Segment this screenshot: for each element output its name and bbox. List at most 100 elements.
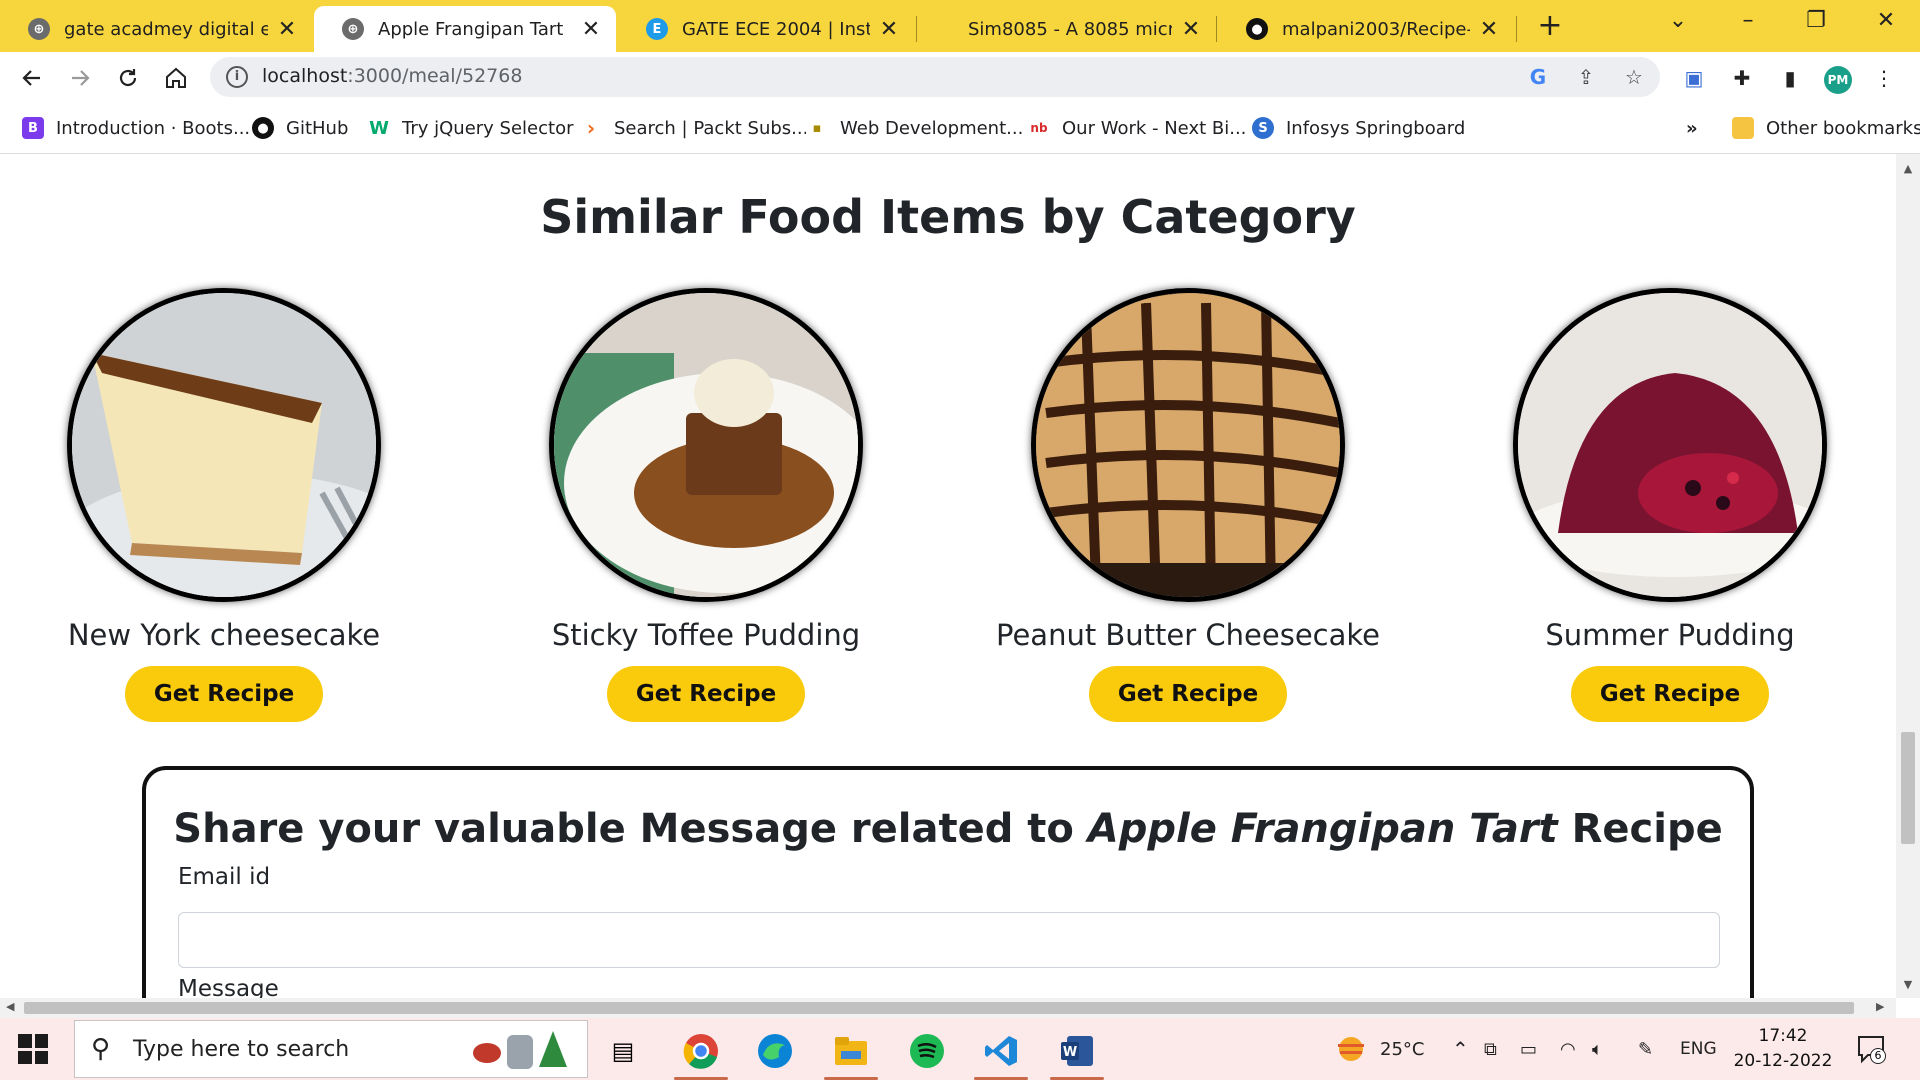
forward-button[interactable] — [64, 62, 96, 94]
vertical-scroll-thumb[interactable] — [1901, 732, 1915, 844]
section-title: Similar Food Items by Category — [540, 190, 1356, 244]
browser-toolbar: i localhost:3000/meal/52768 G ⇪ ☆ ▣ ✚ ▮ … — [0, 52, 1920, 102]
spotify-taskbar-icon[interactable] — [896, 1026, 958, 1076]
globe-icon: ⊕ — [342, 18, 364, 40]
task-view-icon[interactable]: ▤ — [592, 1026, 654, 1076]
close-tab-icon[interactable]: ✕ — [1180, 17, 1202, 42]
bookmark-label: GitHub — [286, 117, 349, 139]
bookmark-item[interactable]: S Infosys Springboard — [1252, 114, 1465, 142]
bootstrap-icon: B — [22, 117, 44, 139]
edge-taskbar-icon[interactable] — [744, 1026, 806, 1076]
globe-icon: ⊕ — [28, 18, 50, 40]
show-hidden-icons[interactable]: ⌃ — [1452, 1018, 1469, 1080]
vertical-scrollbar[interactable]: ▲ ▼ — [1896, 154, 1920, 998]
minimize-button[interactable]: – — [1728, 8, 1768, 33]
message-form: Share your valuable Message related to A… — [142, 766, 1754, 998]
search-highlight-image — [473, 1031, 567, 1069]
food-card: Summer Pudding Get Recipe — [1460, 288, 1880, 722]
browser-tab[interactable]: ⊕ gate acadmey digital elec ✕ — [0, 6, 312, 52]
other-bookmarks-folder[interactable]: Other bookmarks — [1732, 114, 1920, 142]
bookmark-item[interactable]: W Try jQuery Selector — [368, 114, 574, 142]
new-tab-button[interactable]: + — [1532, 8, 1568, 43]
share-icon[interactable]: ⇪ — [1574, 65, 1598, 89]
get-recipe-button[interactable]: Get Recipe — [1089, 666, 1287, 722]
scroll-up-icon[interactable]: ▲ — [1896, 162, 1920, 175]
bookmark-item[interactable]: nb Our Work - Next Bi... — [1028, 114, 1246, 142]
close-tab-icon[interactable]: ✕ — [580, 17, 602, 42]
screen-cast-icon[interactable]: ▣ — [1680, 64, 1708, 92]
profile-avatar[interactable]: PM — [1824, 66, 1852, 94]
tab-title: gate acadmey digital elec — [64, 18, 268, 40]
bookmark-item[interactable]: ● GitHub — [252, 114, 348, 142]
close-tab-icon[interactable]: ✕ — [1478, 17, 1500, 42]
system-clock[interactable]: 17:42 20-12-2022 — [1728, 1024, 1838, 1074]
cheesecake-illustration — [72, 293, 376, 597]
food-name: New York cheesecake — [67, 618, 381, 652]
taskbar-search[interactable]: ⚲ Type here to search — [74, 1020, 588, 1078]
bookmark-item[interactable]: ▪ Web Development... — [806, 114, 1023, 142]
more-bookmarks-button[interactable]: » — [1686, 114, 1698, 142]
bookmark-label: Introduction · Boots... — [56, 117, 251, 139]
browser-tab[interactable]: Sim8085 - A 8085 microp ✕ — [918, 6, 1216, 52]
home-button[interactable] — [160, 62, 192, 94]
extensions-puzzle-icon[interactable]: ✚ — [1728, 64, 1756, 92]
horizontal-scrollbar[interactable]: ◀ ▶ — [0, 998, 1896, 1018]
pen-icon[interactable]: ✎ — [1638, 1018, 1653, 1080]
language-indicator[interactable]: ENG — [1680, 1018, 1717, 1080]
scroll-left-icon[interactable]: ◀ — [6, 1000, 14, 1013]
battery-icon[interactable]: ▭ — [1520, 1018, 1537, 1080]
reload-button[interactable] — [112, 62, 144, 94]
tab-search-icon[interactable]: ⌄ — [1658, 8, 1698, 33]
folder-icon — [1732, 117, 1754, 139]
weather-widget[interactable]: 25°C — [1334, 1018, 1424, 1080]
wifi-icon[interactable]: ◠ — [1560, 1018, 1576, 1080]
get-recipe-button[interactable]: Get Recipe — [125, 666, 323, 722]
close-tab-icon[interactable]: ✕ — [878, 17, 900, 42]
get-recipe-button[interactable]: Get Recipe — [1571, 666, 1769, 722]
scroll-right-icon[interactable]: ▶ — [1876, 1000, 1884, 1013]
tab-title: Sim8085 - A 8085 microp — [968, 18, 1172, 40]
browser-menu-icon[interactable]: ⋮ — [1870, 64, 1898, 92]
word-taskbar-icon[interactable]: W — [1046, 1026, 1108, 1080]
notification-center-icon[interactable]: 6 — [1856, 1034, 1886, 1064]
github-icon: ● — [252, 117, 274, 139]
browser-tab-strip: ⊕ gate acadmey digital elec ✕ ⊕ Apple Fr… — [0, 0, 1920, 52]
infosys-icon: S — [1252, 117, 1274, 139]
bookmarks-bar: B Introduction · Boots... ● GitHub W Try… — [0, 102, 1920, 154]
google-lens-icon[interactable]: G — [1526, 65, 1550, 89]
browser-tab-active[interactable]: ⊕ Apple Frangipan Tart ✕ — [314, 6, 616, 52]
forward-arrow-icon — [72, 70, 90, 86]
side-panel-icon[interactable]: ▮ — [1776, 64, 1804, 92]
tray-sync-icon[interactable]: ⧉ — [1484, 1018, 1497, 1080]
food-name: Summer Pudding — [1545, 618, 1795, 652]
scroll-down-icon[interactable]: ▼ — [1896, 978, 1920, 991]
volume-icon[interactable]: 🔈︎ — [1592, 1018, 1603, 1080]
chrome-taskbar-icon[interactable] — [670, 1026, 732, 1080]
restore-button[interactable]: ❐ — [1796, 8, 1836, 33]
address-url[interactable]: localhost:3000/meal/52768 — [262, 65, 522, 87]
food-image[interactable] — [549, 288, 863, 602]
message-form-title: Share your valuable Message related to A… — [173, 806, 1723, 852]
browser-tab[interactable]: ● malpani2003/Recipe-Jhal ✕ — [1218, 6, 1514, 52]
back-button[interactable] — [16, 62, 48, 94]
close-window-button[interactable]: ✕ — [1866, 8, 1906, 33]
windows-start-icon[interactable] — [18, 1034, 48, 1064]
bookmark-item[interactable]: › Search | Packt Subs... — [580, 114, 808, 142]
food-image[interactable] — [1031, 288, 1345, 602]
email-input[interactable] — [178, 912, 1720, 968]
bookmark-item[interactable]: B Introduction · Boots... — [22, 114, 250, 142]
get-recipe-button[interactable]: Get Recipe — [607, 666, 805, 722]
site-info-icon[interactable]: i — [226, 66, 248, 88]
food-image[interactable] — [67, 288, 381, 602]
tab-title: malpani2003/Recipe-Jhal — [1282, 18, 1470, 40]
close-tab-icon[interactable]: ✕ — [276, 17, 298, 42]
file-explorer-taskbar-icon[interactable] — [820, 1026, 882, 1080]
browser-tab[interactable]: E GATE ECE 2004 | Instructio ✕ — [618, 6, 914, 52]
food-image[interactable] — [1513, 288, 1827, 602]
horizontal-scroll-thumb[interactable] — [24, 1002, 1854, 1014]
bookmark-star-icon[interactable]: ☆ — [1622, 65, 1646, 89]
page-viewport: Similar Food Items by Category New York … — [0, 154, 1896, 998]
food-name: Sticky Toffee Pudding — [551, 618, 861, 652]
address-bar[interactable]: i localhost:3000/meal/52768 G ⇪ ☆ — [210, 57, 1660, 97]
vscode-taskbar-icon[interactable] — [970, 1026, 1032, 1080]
